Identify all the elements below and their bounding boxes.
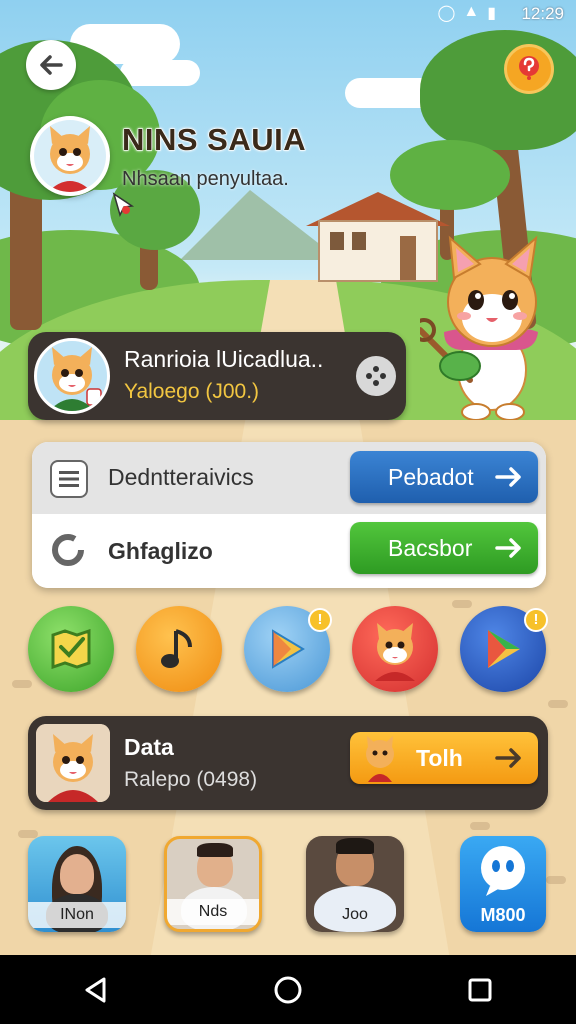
menu-row-details-label: Dedntteraivics bbox=[108, 464, 254, 490]
profile-card-detail: Yaloego (J00.) bbox=[124, 380, 260, 403]
menu-row-details[interactable]: Dedntteraivics Pebadot bbox=[32, 442, 546, 514]
app-map-button[interactable] bbox=[28, 606, 114, 692]
cat-mascot-illustration bbox=[420, 235, 538, 420]
status-bar: ◯ ▲ ▮ 12:29 bbox=[0, 0, 576, 28]
tile-contact-2-label: Nds bbox=[167, 899, 259, 925]
wifi-icon: ▲ bbox=[463, 3, 480, 20]
tile-contact-1-label: INon bbox=[28, 902, 126, 928]
profile-card-title: Ranrioia lUicadlua.. bbox=[124, 346, 324, 372]
refresh-ring-icon bbox=[52, 534, 84, 566]
triangle-back-icon bbox=[85, 977, 106, 1002]
play-store-icon bbox=[488, 630, 520, 668]
battery-icon: ▮ bbox=[487, 5, 496, 22]
circle-home-icon bbox=[274, 976, 302, 1003]
tile-contact-2[interactable]: Nds bbox=[164, 836, 262, 932]
data-card-detail: Ralepo (0498) bbox=[124, 768, 258, 791]
cat-avatar-icon bbox=[49, 347, 102, 411]
page-subtitle: Nhsaan penyultaa. bbox=[122, 168, 289, 190]
music-note-icon bbox=[161, 629, 192, 668]
nav-recents-button[interactable] bbox=[450, 960, 510, 1020]
cat-face-icon bbox=[375, 623, 415, 681]
list-icon bbox=[50, 460, 88, 498]
dice-icon bbox=[366, 366, 386, 386]
data-card-title: Data bbox=[124, 734, 174, 760]
data-action-label: Tolh bbox=[416, 744, 463, 771]
system-nav-bar bbox=[0, 955, 576, 1024]
sync-icon: ◯ bbox=[437, 5, 456, 22]
pointer-cursor-icon bbox=[112, 192, 135, 218]
row2-action-button[interactable]: Bacsbor bbox=[350, 522, 538, 574]
data-action-button[interactable]: Tolh bbox=[350, 732, 538, 784]
row2-action-label: Bacsbor bbox=[388, 534, 473, 561]
help-button[interactable] bbox=[504, 44, 554, 94]
question-icon bbox=[519, 56, 539, 80]
arrow-right-icon bbox=[495, 467, 521, 487]
square-recents-icon bbox=[468, 978, 492, 1001]
app-store-button[interactable]: ! bbox=[460, 606, 548, 692]
tile-contact-3[interactable]: Joo bbox=[306, 836, 404, 932]
arrow-right-icon bbox=[495, 538, 521, 558]
tile-contact-1[interactable]: INon bbox=[28, 836, 126, 932]
cat-avatar-icon bbox=[36, 724, 110, 802]
chat-bubble-icon bbox=[481, 846, 525, 896]
row1-action-button[interactable]: Pebadot bbox=[350, 451, 538, 503]
page-title: NINS SAUIA bbox=[121, 121, 307, 157]
profile-avatar[interactable] bbox=[30, 116, 110, 196]
cat-avatar-icon bbox=[34, 120, 106, 192]
app-play-badge: ! bbox=[308, 608, 332, 632]
data-card-avatar bbox=[36, 724, 110, 802]
app-cat-button[interactable] bbox=[352, 606, 438, 692]
data-card[interactable]: Data Ralepo (0498) Tolh bbox=[28, 716, 548, 810]
app-music-button[interactable] bbox=[136, 606, 222, 692]
status-time: 12:29 bbox=[521, 4, 564, 23]
nav-back-button[interactable] bbox=[66, 960, 126, 1020]
tile-contact-3-label: Joo bbox=[342, 906, 368, 923]
arrow-left-icon bbox=[40, 55, 63, 75]
app-icon-row: ! ! bbox=[0, 606, 576, 698]
arrow-right-icon bbox=[495, 748, 521, 768]
menu-row-settings-label: Ghfaglizo bbox=[108, 538, 213, 564]
map-check-icon bbox=[51, 629, 91, 669]
profile-card[interactable]: Ranrioia lUicadlua.. Yaloego (J00.) bbox=[28, 332, 406, 420]
back-button[interactable] bbox=[26, 40, 76, 90]
tile-app-m800-label: M800 bbox=[480, 904, 526, 925]
menu-card: Dedntteraivics Pebadot Ghfaglizo Bacsbor bbox=[32, 442, 546, 588]
app-store-badge: ! bbox=[524, 608, 548, 632]
play-triangle-icon bbox=[272, 629, 305, 669]
tile-app-m800[interactable]: M800 bbox=[460, 836, 546, 932]
status-icons: ◯ ▲ ▮ bbox=[437, 3, 496, 23]
cat-mini-icon bbox=[366, 736, 394, 782]
nav-home-button[interactable] bbox=[258, 960, 318, 1020]
card-avatar bbox=[34, 338, 110, 414]
dice-button[interactable] bbox=[356, 356, 396, 396]
app-play-button[interactable]: ! bbox=[244, 606, 332, 692]
row1-action-label: Pebadot bbox=[388, 463, 474, 490]
menu-row-settings[interactable]: Ghfaglizo Bacsbor bbox=[32, 514, 546, 588]
